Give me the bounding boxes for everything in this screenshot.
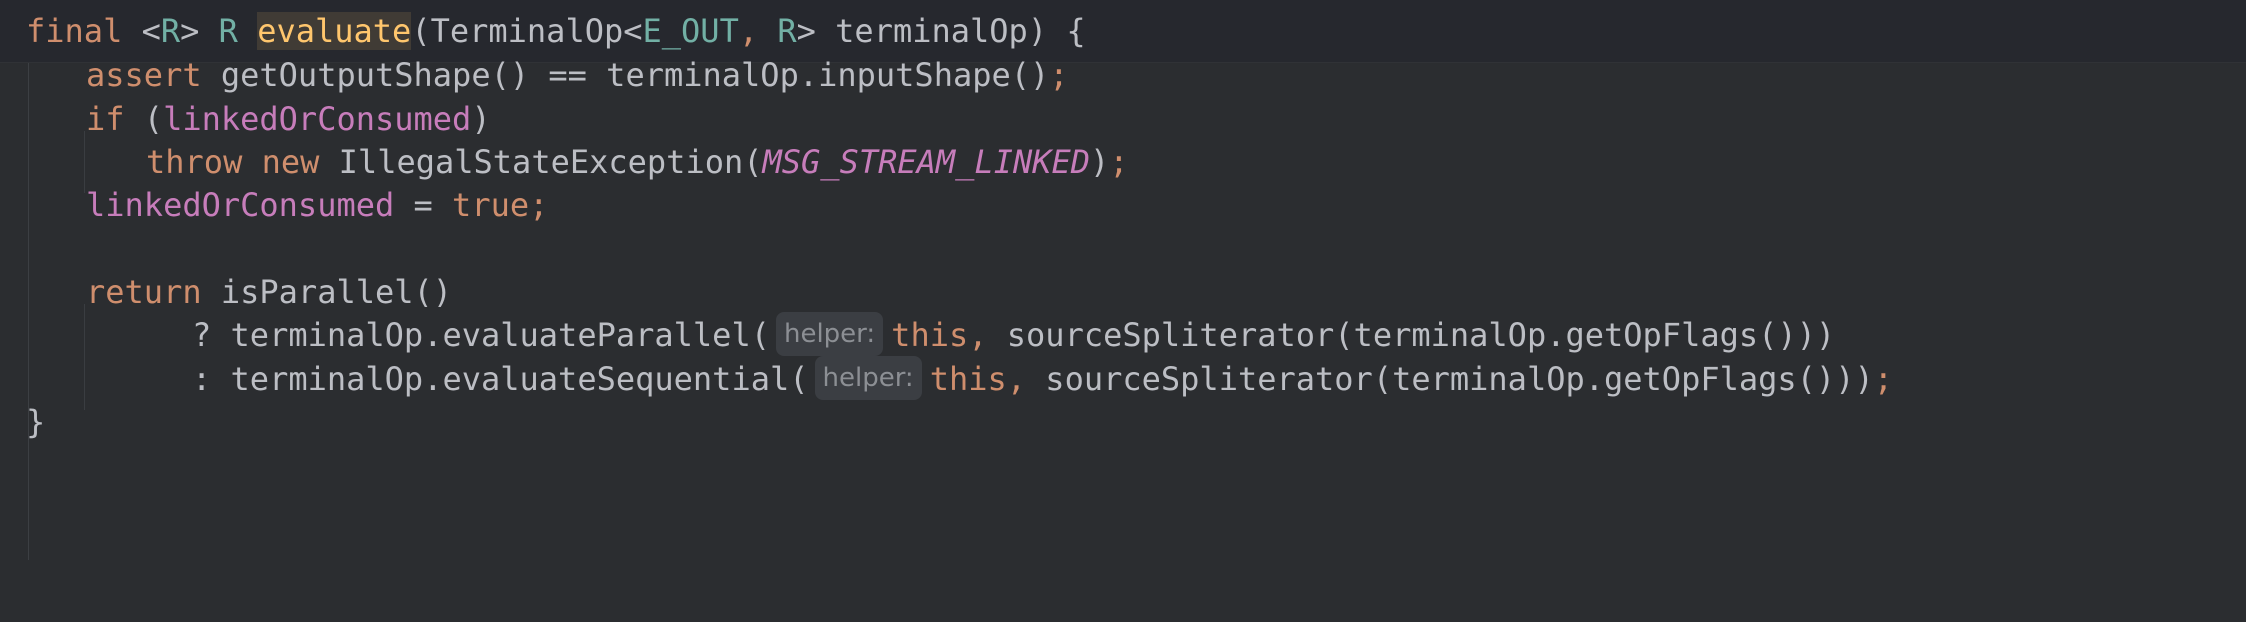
code-token: }: [26, 403, 46, 441]
code-line[interactable]: }: [0, 391, 2246, 453]
line-content: }: [26, 391, 45, 453]
code-editor[interactable]: final <R> R evaluate(TerminalOp<E_OUT, R…: [0, 0, 2246, 622]
